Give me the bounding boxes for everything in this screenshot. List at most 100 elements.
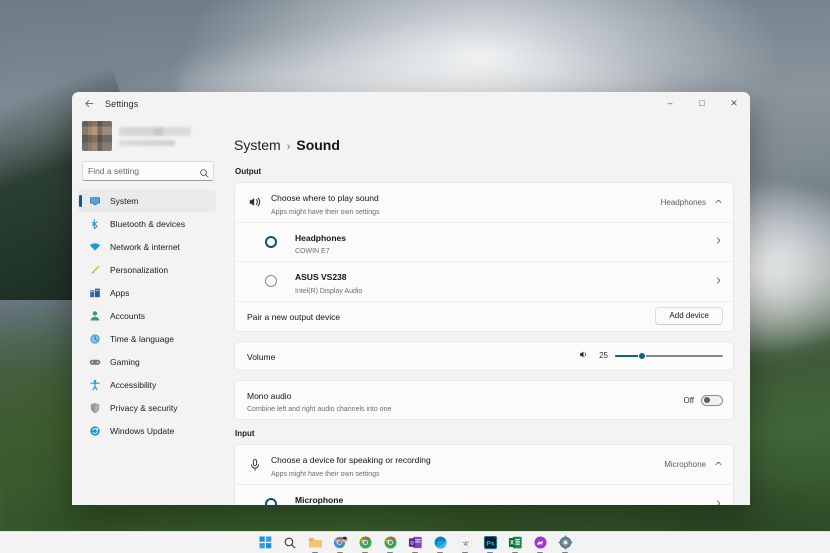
volume-slider[interactable] [615, 355, 723, 357]
sidebar-item-label: System [110, 196, 138, 206]
apps-grid-icon [89, 287, 101, 299]
speaker-icon [247, 195, 262, 209]
messenger[interactable] [532, 535, 548, 551]
accessibility-person-icon [89, 379, 101, 391]
mono-audio-card: Mono audio Combine left and right audio … [234, 380, 734, 421]
breadcrumb: System › Sound [234, 115, 734, 165]
photoshop[interactable]: Ps [482, 535, 498, 551]
chevron-up-icon[interactable] [714, 459, 723, 470]
maximize-button[interactable]: □ [686, 92, 718, 115]
account-email-redacted [119, 140, 175, 146]
minimize-button[interactable]: – [654, 92, 686, 115]
input-device-row[interactable]: Microphone HD Pro Webcam C920 [235, 484, 733, 505]
svg-text:Ps: Ps [486, 540, 494, 547]
volume-card: Volume 25 [234, 341, 734, 371]
chrome-window-3[interactable] [382, 535, 398, 551]
sidebar-item-label: Windows Update [110, 426, 174, 436]
sidebar-item-system[interactable]: System [78, 190, 216, 212]
chevron-right-icon[interactable] [714, 276, 723, 287]
search-button[interactable] [282, 535, 298, 551]
clock-globe-icon [89, 333, 101, 345]
page-title: Sound [296, 137, 340, 153]
sidebar-item-time-language[interactable]: Time & language [78, 328, 216, 350]
search-icon [199, 166, 210, 177]
outlook[interactable]: o [407, 535, 423, 551]
chevron-right-icon[interactable] [714, 236, 723, 247]
account-name-redacted [119, 127, 191, 136]
sidebar-item-label: Time & language [110, 334, 174, 344]
photos[interactable] [457, 535, 473, 551]
section-label-input: Input [235, 429, 734, 438]
sidebar-item-personalization[interactable]: Personalization [78, 259, 216, 281]
input-choose-subtitle: Apps might have their own settings [271, 470, 655, 479]
window-title: Settings [105, 99, 138, 109]
update-refresh-icon [89, 425, 101, 437]
sidebar-item-label: Gaming [110, 357, 140, 367]
svg-text:X: X [510, 540, 514, 546]
input-choose-row[interactable]: Choose a device for speaking or recordin… [235, 445, 733, 484]
sidebar-item-bluetooth-devices[interactable]: Bluetooth & devices [78, 213, 216, 235]
desktop: Settings – □ ✕ [0, 0, 830, 553]
breadcrumb-separator: › [287, 141, 291, 153]
volume-slider-thumb[interactable] [638, 352, 646, 360]
chrome-profile[interactable] [332, 535, 348, 551]
sidebar-item-accounts[interactable]: Accounts [78, 305, 216, 327]
back-arrow-icon[interactable] [75, 94, 103, 114]
output-selected-value: Headphones [661, 198, 706, 207]
breadcrumb-parent[interactable]: System [234, 137, 281, 153]
gamepad-icon [89, 356, 101, 368]
input-choose-title: Choose a device for speaking or recordin… [271, 455, 431, 465]
settings-window: Settings – □ ✕ [72, 92, 750, 505]
toggle-knob [704, 397, 710, 403]
radio-unselected[interactable] [265, 275, 277, 287]
device-detail: COWIN E7 [295, 247, 705, 256]
chevron-right-icon[interactable] [714, 499, 723, 505]
monitor-icon [89, 195, 101, 207]
file-explorer[interactable] [307, 535, 323, 551]
mono-audio-state-label: Off [683, 396, 694, 405]
radio-selected[interactable] [265, 236, 277, 248]
account-block[interactable] [78, 115, 216, 155]
microsoft-edge[interactable] [432, 535, 448, 551]
output-pair-row: Pair a new output device Add device [235, 301, 733, 331]
device-name: Headphones [295, 233, 346, 243]
sidebar-item-label: Accounts [110, 311, 145, 321]
sidebar-item-label: Network & internet [110, 242, 180, 252]
search-input[interactable] [88, 166, 199, 176]
input-selected-value: Microphone [664, 460, 706, 469]
title-bar: Settings – □ ✕ [72, 92, 750, 115]
sidebar-item-label: Accessibility [110, 380, 156, 390]
start-button[interactable] [257, 535, 273, 551]
sidebar-item-label: Privacy & security [110, 403, 178, 413]
sidebar-item-gaming[interactable]: Gaming [78, 351, 216, 373]
sidebar-item-privacy-security[interactable]: Privacy & security [78, 397, 216, 419]
person-icon [89, 310, 101, 322]
sidebar-item-label: Apps [110, 288, 129, 298]
input-card: Choose a device for speaking or recordin… [234, 444, 734, 505]
chrome-window-2[interactable] [357, 535, 373, 551]
mono-audio-row: Mono audio Combine left and right audio … [235, 381, 733, 420]
volume-label: Volume [247, 352, 275, 362]
output-device-row[interactable]: ASUS VS238 Intel(R) Display Audio [235, 261, 733, 301]
shield-icon [89, 402, 101, 414]
sidebar: System Bluetooth & devices Network & int… [72, 115, 220, 505]
output-choose-row[interactable]: Choose where to play sound Apps might ha… [235, 183, 733, 222]
output-pair-label: Pair a new output device [247, 312, 340, 322]
device-detail: Intel(R) Display Audio [295, 287, 705, 296]
sidebar-item-network-internet[interactable]: Network & internet [78, 236, 216, 258]
sidebar-item-windows-update[interactable]: Windows Update [78, 420, 216, 442]
settings[interactable] [557, 535, 573, 551]
volume-icon[interactable] [578, 347, 589, 365]
chevron-up-icon[interactable] [714, 197, 723, 208]
sidebar-item-accessibility[interactable]: Accessibility [78, 374, 216, 396]
close-button[interactable]: ✕ [718, 92, 750, 115]
paintbrush-icon [89, 264, 101, 276]
mono-audio-toggle[interactable] [701, 395, 723, 406]
excel[interactable]: X [507, 535, 523, 551]
output-device-row[interactable]: Headphones COWIN E7 [235, 222, 733, 262]
radio-selected[interactable] [265, 498, 277, 505]
mono-audio-title: Mono audio [247, 391, 291, 401]
add-output-device-button[interactable]: Add device [655, 307, 723, 325]
sidebar-item-apps[interactable]: Apps [78, 282, 216, 304]
search-input-wrapper[interactable] [82, 161, 214, 181]
